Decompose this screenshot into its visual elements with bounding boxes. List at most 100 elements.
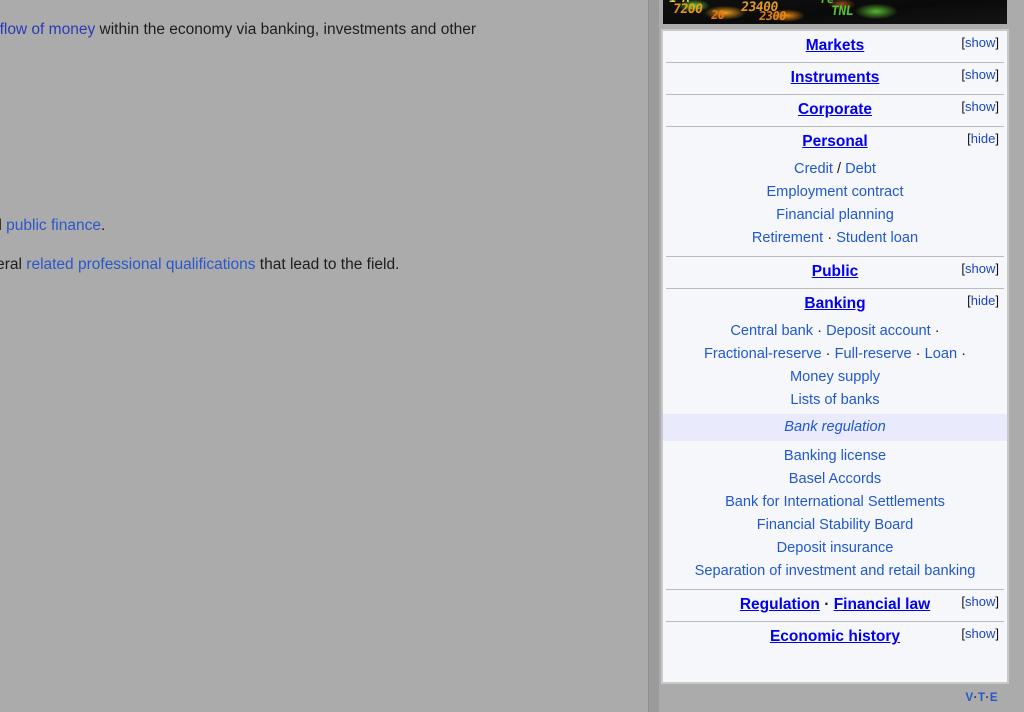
item-separator: · (813, 323, 827, 339)
navbox-toggle-link[interactable]: show (965, 67, 995, 82)
paragraph-text-after: within the economy via banking, investme… (95, 21, 477, 38)
ticker-fragment: 20 (710, 8, 726, 22)
navbox-title-link[interactable]: Economic history (770, 628, 900, 645)
ticker-fragment: TNL (829, 4, 855, 19)
navbox-link[interactable]: Deposit insurance (777, 540, 894, 556)
ticker-fragment: 7200 (671, 2, 704, 17)
navbox-link[interactable]: Credit (794, 161, 833, 177)
navbox-item-line: Basel Accords (663, 468, 1007, 491)
navbox-link[interactable]: Student loan (836, 230, 918, 246)
navbox-title-link[interactable]: Public (812, 263, 859, 280)
navbox-link[interactable]: Banking license (784, 448, 886, 464)
navbox-link[interactable]: Money supply (790, 369, 880, 385)
navbox-group-title[interactable]: Instruments (791, 69, 880, 87)
navbox-toggle-show[interactable]: [show] (961, 626, 999, 641)
sidebar-navbox-panel: 1 A 7200 20 1 7 23400 2300 Fe TNL Market… (659, 0, 1024, 712)
navbox-toggle-hide[interactable]: [hide] (967, 131, 999, 146)
navbox-link[interactable]: Loan (925, 346, 957, 362)
link-related-professional-qualifications[interactable]: related professional qualifications (26, 256, 255, 273)
item-separator-trailing: · (930, 323, 940, 339)
navbox-toggle-show[interactable]: [show] (961, 67, 999, 82)
item-separator: · (821, 346, 835, 362)
navbox-link[interactable]: Full-reserve (835, 346, 912, 362)
vte-link-view[interactable]: V (965, 692, 973, 704)
navbox-item-line: Credit / Debt (663, 158, 1007, 181)
item-separator-trailing: · (957, 346, 966, 362)
navbox-title-link[interactable]: Personal (802, 133, 867, 150)
navbox-group-personal: Personal [hide] Credit / Debt Employment co… (663, 127, 1007, 256)
vte-link-edit[interactable]: E (990, 692, 998, 704)
navbox-title-link[interactable]: Instruments (791, 69, 880, 86)
finance-navbox: Markets [show] Instruments [show] Corporate [… (662, 30, 1008, 683)
article-paragraph: several related professional qualificati… (0, 254, 399, 276)
navbox-item-line: Employment contract (663, 181, 1007, 204)
navbox-link[interactable]: Deposit account (826, 323, 931, 339)
ticker-fragment: 2300 (758, 9, 787, 23)
navbox-item-line: Financial Stability Board (663, 514, 1007, 537)
navbox-link[interactable]: Separation of investment and retail bank… (695, 563, 976, 579)
navbox-toggle-link[interactable]: hide (971, 131, 996, 146)
navbox-item-line: Financial planning (663, 204, 1007, 227)
navbox-group-markets: Markets [show] (663, 31, 1007, 62)
item-separator: · (823, 230, 837, 246)
navbox-link[interactable]: Employment contract (766, 184, 903, 200)
navbox-item-line: Separation of investment and retail bank… (663, 560, 1007, 583)
navbox-toggle-show[interactable]: [show] (961, 35, 999, 50)
title-separator-dot: · (819, 596, 834, 613)
navbox-link[interactable]: Financial planning (776, 207, 894, 223)
link-flow-of-money[interactable]: flow of money (0, 21, 95, 38)
panel-right-edge (1012, 0, 1024, 712)
navbox-toggle-link[interactable]: hide (971, 293, 996, 308)
navbox-title-link[interactable]: Financial law (834, 596, 930, 613)
navbox-title-link[interactable]: Banking (804, 295, 865, 312)
navbox-link[interactable]: Bank for International Settlements (725, 494, 945, 510)
navbox-link[interactable]: Debt (845, 161, 876, 177)
navbox-group-title[interactable]: Personal (802, 133, 867, 151)
navbox-link[interactable]: Lists of banks (790, 392, 879, 408)
navbox-group-body: Credit / Debt Employment contract Financia… (663, 158, 1007, 256)
navbox-group-header-public: Public [show] (663, 257, 1007, 288)
navbox-toggle-hide[interactable]: [hide] (967, 293, 999, 308)
navbox-toggle-link[interactable]: show (965, 594, 995, 609)
navbox-link[interactable]: Central bank (730, 323, 813, 339)
navbox-group-title[interactable]: Banking (804, 295, 865, 313)
navbox-group-title[interactable]: Markets (806, 37, 865, 55)
paragraph-text-before: several (0, 256, 22, 273)
navbox-group-title[interactable]: Corporate (798, 101, 872, 119)
item-separator: · (911, 346, 925, 362)
link-public-finance[interactable]: public finance (6, 217, 101, 234)
navbox-group-header-economic-history: Economic history [show] (663, 622, 1007, 653)
navbox-toggle-show[interactable]: [show] (961, 261, 999, 276)
navbox-item-line: Fractional-reserve · Full-reserve · Loan… (663, 343, 1007, 366)
navbox-group-title[interactable]: Economic history (770, 628, 900, 646)
navbox-toggle-link[interactable]: show (965, 99, 995, 114)
navbox-selected-item: Bank regulation (663, 414, 1007, 441)
navbox-group-corporate: Corporate [show] (663, 95, 1007, 126)
navbox-toggle-link[interactable]: show (965, 261, 995, 276)
navbox-link[interactable]: Financial Stability Board (757, 517, 914, 533)
bracket-right: ] (995, 261, 999, 276)
navbox-group-header-regulation-financial-law: Regulation · Financial law [show] (663, 590, 1007, 621)
bracket-right: ] (995, 35, 999, 50)
bracket-right: ] (995, 594, 999, 609)
navbox-title-link[interactable]: Corporate (798, 101, 872, 118)
navbox-item-line: Retirement · Student loan (663, 227, 1007, 250)
navbox-group-regulation-financial-law: Regulation · Financial law [show] (663, 590, 1007, 621)
navbox-link[interactable]: Fractional-reserve (704, 346, 822, 362)
navbox-item-line: Bank for International Settlements (663, 491, 1007, 514)
navbox-title-link[interactable]: Regulation (740, 596, 820, 613)
navbox-title-link[interactable]: Markets (806, 37, 865, 54)
navbox-link[interactable]: Basel Accords (789, 471, 881, 487)
navbox-group-title[interactable]: Public (812, 263, 859, 281)
navbox-link[interactable]: Bank regulation (784, 419, 885, 435)
navbox-toggle-link[interactable]: show (965, 35, 995, 50)
navbox-link[interactable]: Retirement (752, 230, 823, 246)
bracket-right: ] (995, 293, 999, 308)
navbox-toggle-show[interactable]: [show] (961, 594, 999, 609)
navbox-item-line: Money supply (663, 366, 1007, 389)
navbox-group-banking: Banking [hide] Central bank · Deposit acco… (663, 289, 1007, 589)
navbox-group-title[interactable]: Regulation · Financial law (740, 596, 930, 614)
navbox-item-line: Central bank · Deposit account · (663, 320, 1007, 343)
navbox-toggle-show[interactable]: [show] (961, 99, 999, 114)
navbox-toggle-link[interactable]: show (965, 626, 995, 641)
